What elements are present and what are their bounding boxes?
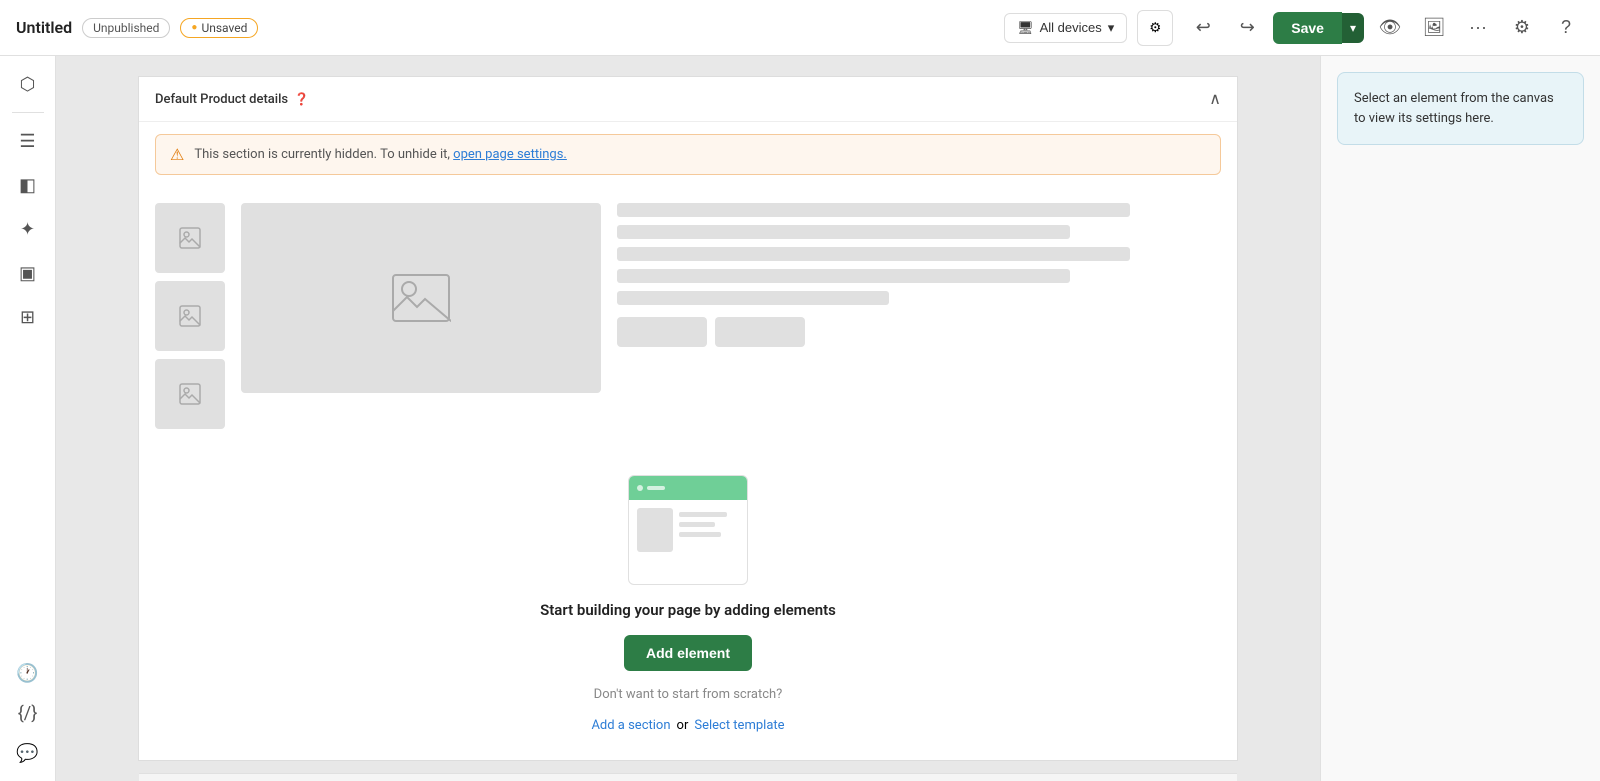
- detail-line-5: [617, 291, 889, 305]
- undo-button[interactable]: ↩: [1185, 10, 1221, 46]
- settings-tooltip: Select an element from the canvas to vie…: [1337, 72, 1584, 145]
- help-button[interactable]: ?: [1548, 10, 1584, 46]
- card-image-placeholder: [637, 508, 673, 552]
- canvas-area[interactable]: Default Product details ❓ ∧ ⚠ This secti…: [56, 56, 1320, 781]
- chevron-down-icon: ▾: [1108, 20, 1115, 36]
- card-dot-1: [637, 485, 643, 491]
- help-circle-icon[interactable]: ❓: [294, 92, 309, 106]
- sidebar-item-chat[interactable]: 💬: [8, 733, 48, 773]
- bottom-bar-preview: [139, 773, 1237, 781]
- product-details: [617, 203, 1221, 429]
- layers-icon: ◧: [19, 175, 36, 196]
- empty-state: Start building your page by adding eleme…: [139, 445, 1237, 773]
- image-icon: 🖼: [1423, 17, 1446, 38]
- warning-icon: ⚠: [170, 145, 184, 164]
- btn-placeholder-1: [617, 317, 707, 347]
- page-title: Untitled: [16, 18, 72, 37]
- save-button[interactable]: Save: [1273, 12, 1342, 44]
- empty-state-illustration: [628, 475, 748, 585]
- topbar-center: 🖥 All devices ▾ ⚙: [1004, 10, 1173, 46]
- add-icon: ⊞: [20, 307, 35, 328]
- more-button[interactable]: ···: [1460, 10, 1496, 46]
- chevron-up-icon: ∧: [1209, 91, 1221, 108]
- exit-icon: ⬡: [20, 74, 36, 95]
- card-body: [629, 500, 747, 584]
- collapse-button[interactable]: ∧: [1209, 89, 1221, 109]
- unpublished-badge: Unpublished: [82, 18, 170, 38]
- help-icon: ?: [1561, 17, 1571, 38]
- add-section-link[interactable]: Add a section: [591, 718, 670, 733]
- card-line: [647, 486, 665, 490]
- detail-line-3: [617, 247, 1130, 261]
- gear-icon: ⚙: [1514, 17, 1530, 38]
- card-text-lines: [679, 508, 739, 576]
- sidebar-item-code[interactable]: {/}: [8, 693, 48, 733]
- settings-button[interactable]: ⚙: [1504, 10, 1540, 46]
- chevron-down-icon: ▾: [1350, 21, 1356, 35]
- sidebar-bottom: 🕐 {/} 💬: [8, 653, 48, 773]
- sidebar-item-back[interactable]: ⬡: [8, 64, 48, 104]
- section-title: Default Product details ❓: [155, 92, 309, 107]
- sidebar-item-layers[interactable]: ◧: [8, 165, 48, 205]
- sidebar-item-pages[interactable]: ☰: [8, 121, 48, 161]
- sidebar-item-history[interactable]: 🕐: [8, 653, 48, 693]
- add-element-button[interactable]: Add element: [624, 635, 752, 671]
- topbar-right: ↩ ↪ Save ▾ 👁 🖼 ··· ⚙ ?: [1185, 10, 1584, 46]
- right-panel: Select an element from the canvas to vie…: [1320, 56, 1600, 781]
- warning-banner: ⚠ This section is currently hidden. To u…: [155, 134, 1221, 175]
- unsaved-badge: Unsaved: [180, 18, 258, 38]
- save-group: Save ▾: [1273, 12, 1364, 44]
- detail-line-1: [617, 203, 1130, 217]
- btn-placeholder-2: [715, 317, 805, 347]
- preview-button[interactable]: 👁: [1372, 10, 1408, 46]
- empty-state-title: Start building your page by adding eleme…: [540, 601, 836, 619]
- chat-icon: 💬: [16, 743, 38, 764]
- card-text-line-3: [679, 532, 721, 537]
- topbar-left: Untitled Unpublished Unsaved: [16, 18, 992, 38]
- page-wrapper: Default Product details ❓ ∧ ⚠ This secti…: [138, 76, 1238, 761]
- sidebar-item-theme[interactable]: ✦: [8, 209, 48, 249]
- undo-icon: ↩: [1196, 17, 1211, 38]
- save-dropdown-button[interactable]: ▾: [1342, 13, 1364, 43]
- history-icon: 🕐: [16, 663, 38, 684]
- thumbnail-2: [155, 281, 225, 351]
- eye-icon: 👁: [1379, 17, 1402, 38]
- detail-line-2: [617, 225, 1070, 239]
- sidebar-item-apps[interactable]: ▣: [8, 253, 48, 293]
- thumbnail-1: [155, 203, 225, 273]
- filter-settings-button[interactable]: ⚙: [1137, 10, 1173, 46]
- code-icon: {/}: [18, 703, 38, 724]
- all-devices-button[interactable]: 🖥 All devices ▾: [1004, 13, 1127, 43]
- card-text-line-1: [679, 512, 727, 517]
- sliders-icon: ⚙: [1149, 20, 1161, 36]
- sidebar: ⬡ ☰ ◧ ✦ ▣ ⊞ 🕐 {/} 💬: [0, 56, 56, 781]
- topbar: Untitled Unpublished Unsaved 🖥 All devic…: [0, 0, 1600, 56]
- redo-icon: ↪: [1240, 17, 1255, 38]
- thumbnail-3: [155, 359, 225, 429]
- detail-buttons: [617, 317, 1221, 347]
- empty-state-links: Add a section or Select template: [591, 718, 784, 733]
- section-header: Default Product details ❓ ∧: [139, 77, 1237, 122]
- monitor-icon: 🖥: [1017, 20, 1034, 36]
- product-preview: [139, 187, 1237, 445]
- card-header: [629, 476, 747, 500]
- pages-icon: ☰: [19, 131, 35, 152]
- redo-button[interactable]: ↪: [1229, 10, 1265, 46]
- more-icon: ···: [1469, 17, 1487, 38]
- theme-icon: ✦: [20, 219, 35, 240]
- detail-line-4: [617, 269, 1070, 283]
- sidebar-divider: [12, 112, 44, 113]
- open-page-settings-link[interactable]: open page settings.: [453, 147, 567, 162]
- apps-icon: ▣: [19, 263, 36, 284]
- main-product-image: [241, 203, 601, 393]
- empty-state-subtext: Don't want to start from scratch?: [594, 687, 783, 702]
- sidebar-item-add[interactable]: ⊞: [8, 297, 48, 337]
- select-template-link[interactable]: Select template: [694, 718, 784, 733]
- main-layout: ⬡ ☰ ◧ ✦ ▣ ⊞ 🕐 {/} 💬: [0, 56, 1600, 781]
- product-thumbnails: [155, 203, 225, 429]
- image-button[interactable]: 🖼: [1416, 10, 1452, 46]
- card-text-line-2: [679, 522, 715, 527]
